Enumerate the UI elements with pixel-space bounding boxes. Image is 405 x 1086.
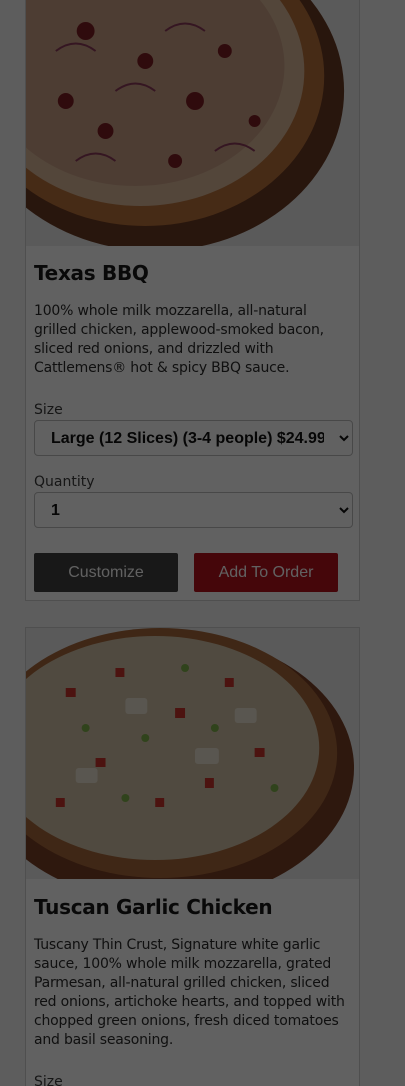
- size-label: Size: [34, 1074, 63, 1086]
- size-select[interactable]: Large (12 Slices) (3-4 people) $24.99: [34, 420, 353, 456]
- quantity-label: Quantity: [34, 474, 95, 490]
- add-to-order-button[interactable]: Add To Order: [194, 553, 338, 592]
- product-description: Tuscany Thin Crust, Signature white garl…: [34, 937, 345, 1048]
- menu-page: Texas BBQ 100% whole milk mozzarella, al…: [0, 0, 405, 1086]
- product-card-texas-bbq: Texas BBQ 100% whole milk mozzarella, al…: [25, 0, 360, 601]
- product-description: 100% whole milk mozzarella, all-natural …: [34, 303, 324, 376]
- pizza-image: [26, 0, 359, 246]
- size-label: Size: [34, 402, 63, 418]
- product-title: Tuscan Garlic Chicken: [34, 895, 273, 919]
- product-title: Texas BBQ: [34, 261, 149, 285]
- customize-button[interactable]: Customize: [34, 553, 178, 592]
- pizza-image: [26, 628, 359, 879]
- product-card-tuscan-garlic-chicken: Tuscan Garlic Chicken Tuscany Thin Crust…: [25, 627, 360, 1086]
- quantity-select[interactable]: 1: [34, 492, 353, 528]
